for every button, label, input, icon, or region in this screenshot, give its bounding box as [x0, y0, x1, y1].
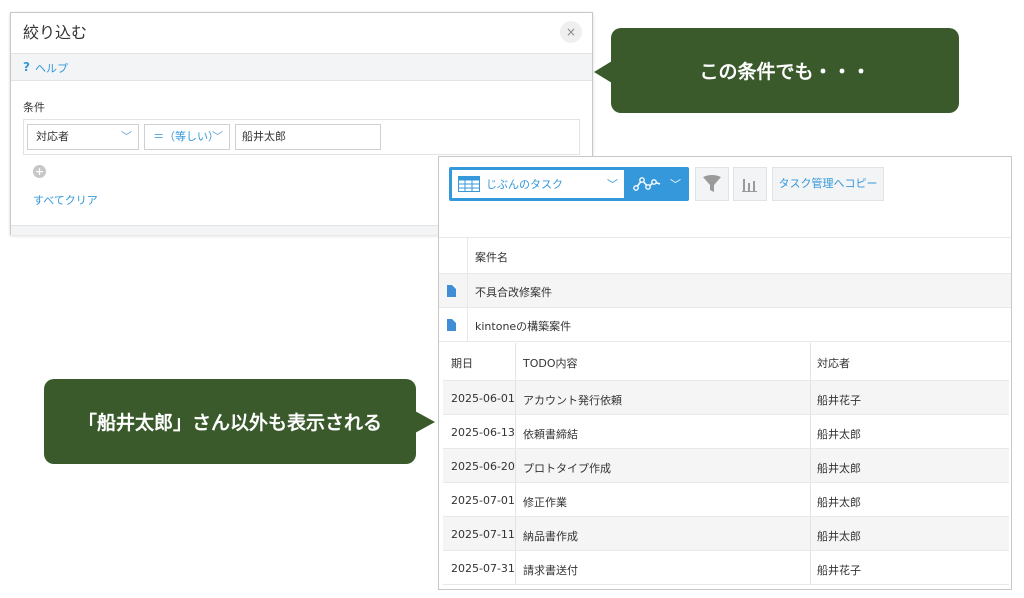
condition-row: 対応者 ﹀ ＝（等しい） ﹀ 船井太郎 [23, 119, 580, 155]
line-graph-icon [633, 177, 661, 191]
column-header: TODO内容 [523, 357, 578, 370]
document-icon[interactable] [447, 319, 456, 331]
column-header: 案件名 [475, 251, 508, 264]
help-link[interactable]: ヘルプ [35, 60, 68, 76]
table-row[interactable]: 不具合改修案件 [439, 274, 1011, 308]
table-row[interactable]: kintoneの構築案件 [439, 308, 1011, 342]
todo-text: 請求書送付 [523, 564, 578, 577]
todo-text: アカウント発行依頼 [523, 394, 622, 407]
callout-top: この条件でも・・・ [611, 28, 959, 113]
assignee: 船井太郎 [817, 530, 861, 543]
table-row: 2025-06-01 アカウント発行依頼 船井花子 [443, 381, 1009, 415]
subtable-header-row: 期日 TODO内容 対応者 [443, 343, 1009, 381]
callout-bottom-tail [415, 411, 435, 433]
close-icon[interactable]: × [560, 21, 582, 43]
callout-bottom: 「船井太郎」さん以外も表示される [44, 379, 416, 464]
field-select-value: 対応者 [36, 130, 69, 143]
due-date: 2025-06-01 [451, 392, 515, 405]
record-title: kintoneの構築案件 [475, 320, 572, 333]
dialog-title: 絞り込む [23, 23, 88, 42]
table-row: 2025-07-11 納品書作成 船井太郎 [443, 517, 1009, 551]
view-name: じぶんのタスク [486, 178, 563, 191]
value-input[interactable]: 船井太郎 [235, 124, 381, 150]
table-row: 2025-06-20 プロトタイプ作成 船井太郎 [443, 449, 1009, 483]
field-select[interactable]: 対応者 ﹀ [27, 124, 139, 150]
column-header: 対応者 [817, 357, 850, 370]
table-view-icon [458, 176, 480, 192]
table-header-row: 案件名 [439, 237, 1011, 274]
clear-all-link[interactable]: すべてクリア [33, 192, 98, 208]
filter-button[interactable] [695, 167, 729, 201]
todo-text: プロトタイプ作成 [523, 462, 611, 475]
assignee: 船井花子 [817, 564, 861, 577]
todo-text: 修正作業 [523, 496, 567, 509]
operator-select-value: ＝（等しい） [153, 130, 219, 143]
document-icon[interactable] [447, 285, 456, 297]
chevron-down-icon: ﹀ [121, 130, 132, 143]
help-icon[interactable]: ? [23, 60, 30, 74]
chevron-down-icon: ﹀ [670, 178, 681, 191]
column-header: 期日 [451, 357, 473, 370]
due-date: 2025-06-20 [451, 460, 515, 473]
callout-top-tail [594, 61, 612, 83]
copy-to-task-button[interactable]: タスク管理へコピー [772, 167, 884, 201]
due-date: 2025-07-31 [451, 562, 515, 575]
table-row: 2025-07-01 修正作業 船井太郎 [443, 483, 1009, 517]
view-select[interactable]: じぶんのタスク ﹀ [452, 170, 624, 198]
assignee: 船井太郎 [817, 462, 861, 475]
operator-select[interactable]: ＝（等しい） ﹀ [144, 124, 230, 150]
view-selector: じぶんのタスク ﹀ ﹀ [449, 167, 689, 201]
todo-text: 依頼書締結 [523, 428, 578, 441]
help-bar: ? ヘルプ [11, 53, 592, 81]
bar-chart-icon [742, 179, 757, 192]
due-date: 2025-07-11 [451, 528, 515, 541]
graph-menu[interactable]: ﹀ [627, 167, 689, 201]
assignee: 船井太郎 [817, 496, 861, 509]
chevron-down-icon: ﹀ [212, 130, 223, 143]
record-title: 不具合改修案件 [475, 286, 552, 299]
table-row: 2025-06-13 依頼書締結 船井太郎 [443, 415, 1009, 449]
due-date: 2025-06-13 [451, 426, 515, 439]
chevron-down-icon: ﹀ [607, 178, 618, 191]
condition-label: 条件 [23, 101, 45, 114]
todo-text: 納品書作成 [523, 530, 578, 543]
add-condition-icon[interactable]: + [33, 165, 46, 178]
assignee: 船井太郎 [817, 428, 861, 441]
graph-button[interactable] [733, 167, 767, 201]
table-row: 2025-07-31 請求書送付 船井花子 [443, 551, 1009, 585]
filter-icon [703, 175, 721, 192]
due-date: 2025-07-01 [451, 494, 515, 507]
records-panel: じぶんのタスク ﹀ ﹀ タスク管理へコピー 案件名 不具合改修案件 kinton… [438, 156, 1012, 590]
assignee: 船井花子 [817, 394, 861, 407]
